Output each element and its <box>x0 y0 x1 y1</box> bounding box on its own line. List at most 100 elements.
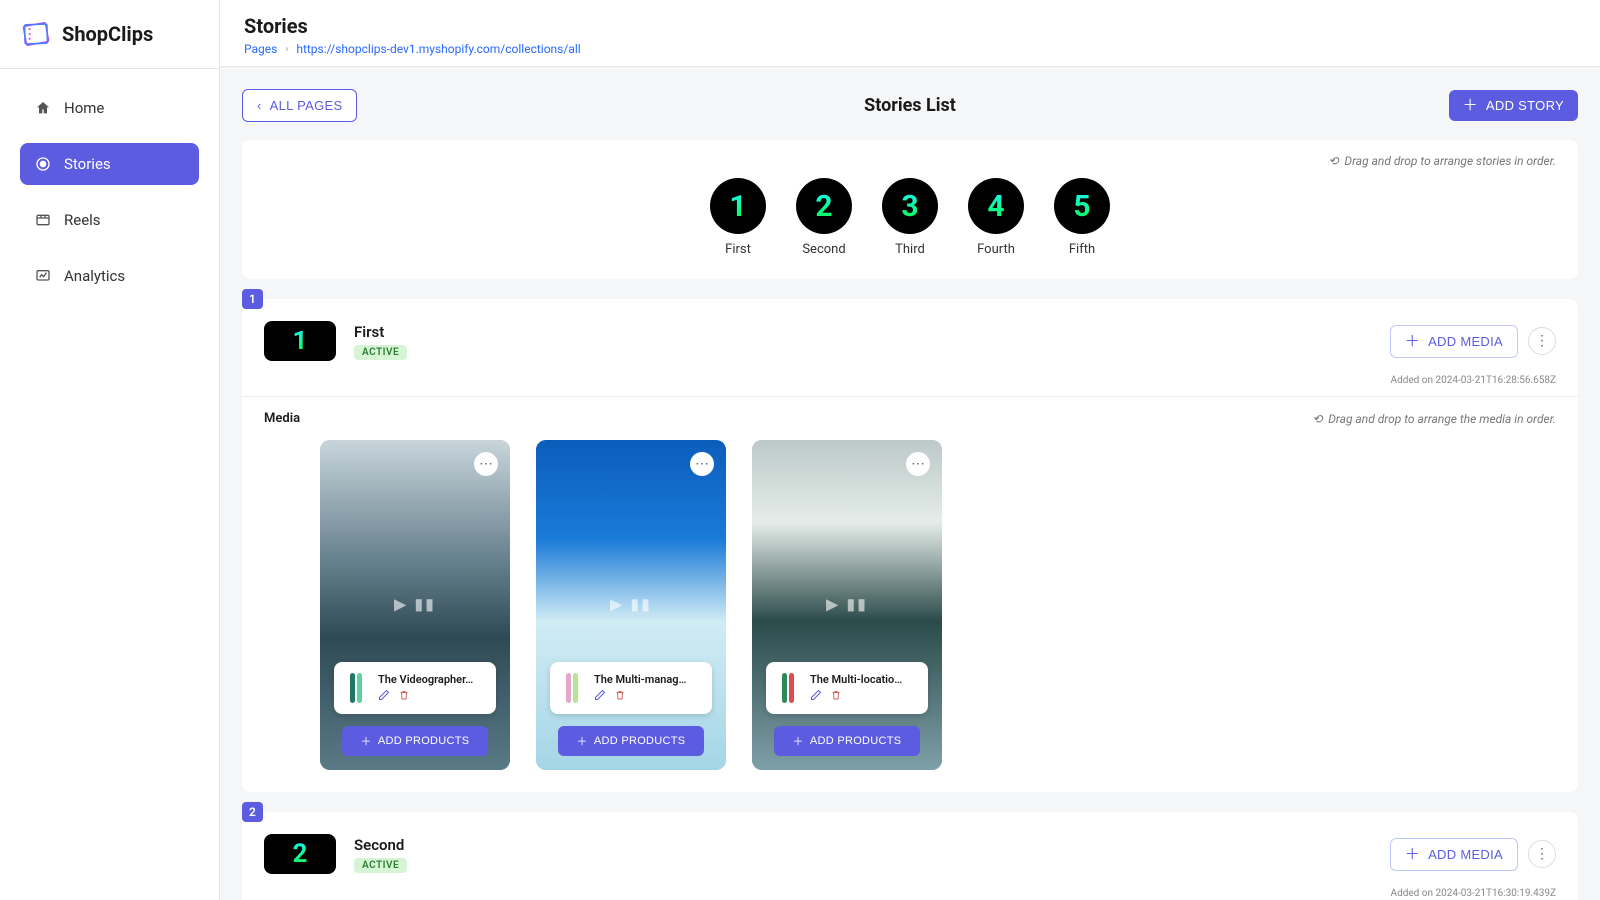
story-more-button[interactable]: ⋮ <box>1528 840 1556 868</box>
status-badge: ACTIVE <box>354 858 407 873</box>
story-card: 2 2 Second ACTIVE ＋ ADD MEDIA <box>242 812 1578 900</box>
reels-icon <box>34 211 52 229</box>
delete-product-button[interactable] <box>830 689 842 704</box>
story-thumb: 1 <box>264 321 336 361</box>
product-thumb-icon <box>558 669 586 707</box>
nav-item-reels[interactable]: Reels <box>20 199 199 241</box>
dots-vertical-icon: ⋮ <box>1535 846 1549 862</box>
media-more-button[interactable]: ⋯ <box>474 452 498 476</box>
product-thumb-icon <box>774 669 802 707</box>
product-chip: The Multi-locatio… <box>766 662 928 714</box>
nav-item-home[interactable]: Home <box>20 87 199 129</box>
add-story-button[interactable]: ＋ ADD STORY <box>1449 90 1578 121</box>
play-pause-icon: ▶ ▮▮ <box>610 595 652 614</box>
home-icon <box>34 99 52 117</box>
page-header: Stories Pages › https://shopclips-dev1.m… <box>220 0 1600 67</box>
story-circle[interactable]: 5Fifth <box>1054 178 1110 257</box>
stories-circle-panel: ⟲ Drag and drop to arrange stories in or… <box>242 140 1578 279</box>
story-title: First <box>354 323 384 341</box>
media-card[interactable]: ⋯ ▶ ▮▮ The Videographer… <box>320 440 510 770</box>
add-media-label: ADD MEDIA <box>1428 847 1503 862</box>
main: Stories Pages › https://shopclips-dev1.m… <box>220 0 1600 900</box>
play-pause-icon: ▶ ▮▮ <box>826 595 868 614</box>
page-title: Stories <box>244 14 1576 38</box>
story-index-badge: 2 <box>242 802 263 822</box>
media-section: Media ⟲ Drag and drop to arrange the medi… <box>242 397 1578 792</box>
media-card[interactable]: ⋯ ▶ ▮▮ The Multi-locatio… <box>752 440 942 770</box>
add-media-button[interactable]: ＋ ADD MEDIA <box>1390 325 1518 358</box>
dots-vertical-icon: ⋮ <box>1535 333 1549 349</box>
all-pages-label: ALL PAGES <box>270 98 343 113</box>
plus-icon: ＋ <box>577 733 588 749</box>
story-card: 1 1 First ACTIVE ＋ ADD MEDIA <box>242 299 1578 792</box>
product-title: The Multi-locatio… <box>810 673 920 686</box>
play-pause-icon: ▶ ▮▮ <box>394 595 436 614</box>
plus-icon: ＋ <box>793 733 804 749</box>
add-products-button[interactable]: ＋ADD PRODUCTS <box>558 726 704 756</box>
nav-item-analytics[interactable]: Analytics <box>20 255 199 297</box>
story-circle[interactable]: 2Second <box>796 178 852 257</box>
nav-label: Home <box>64 99 104 117</box>
sidebar: ShopClips Home Stories Reels Analytics <box>0 0 220 900</box>
analytics-icon <box>34 267 52 285</box>
sidebar-nav: Home Stories Reels Analytics <box>0 69 219 315</box>
media-card[interactable]: ⋯ ▶ ▮▮ The Multi-manag… <box>536 440 726 770</box>
media-more-button[interactable]: ⋯ <box>906 452 930 476</box>
product-chip: The Multi-manag… <box>550 662 712 714</box>
nav-label: Analytics <box>64 267 125 285</box>
media-label: Media <box>264 411 300 426</box>
product-thumb-icon <box>342 669 370 707</box>
edit-product-button[interactable] <box>810 689 822 704</box>
product-title: The Multi-manag… <box>594 673 704 686</box>
drag-icon: ⟲ <box>1312 412 1322 426</box>
logo-icon <box>20 18 52 50</box>
story-circles-row: 1First 2Second 3Third 4Fourth 5Fifth <box>264 178 1556 257</box>
stories-icon <box>34 155 52 173</box>
story-thumb: 2 <box>264 834 336 874</box>
story-circle[interactable]: 3Third <box>882 178 938 257</box>
all-pages-button[interactable]: ‹ ALL PAGES <box>242 89 357 122</box>
content-area: ‹ ALL PAGES Stories List ＋ ADD STORY ⟲ D… <box>220 67 1600 900</box>
breadcrumb: Pages › https://shopclips-dev1.myshopify… <box>244 42 1576 56</box>
plus-icon: ＋ <box>361 733 372 749</box>
add-media-label: ADD MEDIA <box>1428 334 1503 349</box>
edit-product-button[interactable] <box>594 689 606 704</box>
breadcrumb-root[interactable]: Pages <box>244 42 277 56</box>
status-badge: ACTIVE <box>354 345 407 360</box>
delete-product-button[interactable] <box>398 689 410 704</box>
story-circle[interactable]: 4Fourth <box>968 178 1024 257</box>
story-added-on: Added on 2024-03-21T16:30:19.439Z <box>242 888 1578 900</box>
add-story-label: ADD STORY <box>1486 98 1564 113</box>
breadcrumb-current[interactable]: https://shopclips-dev1.myshopify.com/col… <box>296 42 580 56</box>
story-card-header: 2 Second ACTIVE ＋ ADD MEDIA ⋮ <box>242 812 1578 888</box>
content-toolbar: ‹ ALL PAGES Stories List ＋ ADD STORY <box>242 89 1578 122</box>
delete-product-button[interactable] <box>614 689 626 704</box>
add-products-button[interactable]: ＋ADD PRODUCTS <box>774 726 920 756</box>
plus-icon: ＋ <box>1405 334 1420 349</box>
nav-label: Stories <box>64 155 111 173</box>
story-title: Second <box>354 836 404 854</box>
plus-icon: ＋ <box>1405 847 1420 862</box>
story-more-button[interactable]: ⋮ <box>1528 327 1556 355</box>
story-circle[interactable]: 1First <box>710 178 766 257</box>
story-index-badge: 1 <box>242 289 263 309</box>
chevron-left-icon: ‹ <box>257 98 262 113</box>
stories-hint: ⟲ Drag and drop to arrange stories in or… <box>264 154 1556 168</box>
media-grid: ⋯ ▶ ▮▮ The Videographer… <box>264 440 1556 770</box>
edit-product-button[interactable] <box>378 689 390 704</box>
stories-list-title: Stories List <box>864 95 956 116</box>
story-card-header: 1 First ACTIVE ＋ ADD MEDIA ⋮ <box>242 299 1578 375</box>
add-media-button[interactable]: ＋ ADD MEDIA <box>1390 838 1518 871</box>
chevron-right-icon: › <box>285 44 288 55</box>
media-more-button[interactable]: ⋯ <box>690 452 714 476</box>
nav-item-stories[interactable]: Stories <box>20 143 199 185</box>
stories-hint-text: Drag and drop to arrange stories in orde… <box>1344 154 1556 168</box>
story-added-on: Added on 2024-03-21T16:28:56.658Z <box>242 375 1578 397</box>
product-chip: The Videographer… <box>334 662 496 714</box>
product-title: The Videographer… <box>378 673 488 686</box>
logo-text: ShopClips <box>62 22 153 46</box>
drag-icon: ⟲ <box>1328 154 1338 168</box>
media-hint-text: Drag and drop to arrange the media in or… <box>1328 412 1556 426</box>
add-products-button[interactable]: ＋ADD PRODUCTS <box>342 726 488 756</box>
plus-icon: ＋ <box>1463 98 1478 113</box>
